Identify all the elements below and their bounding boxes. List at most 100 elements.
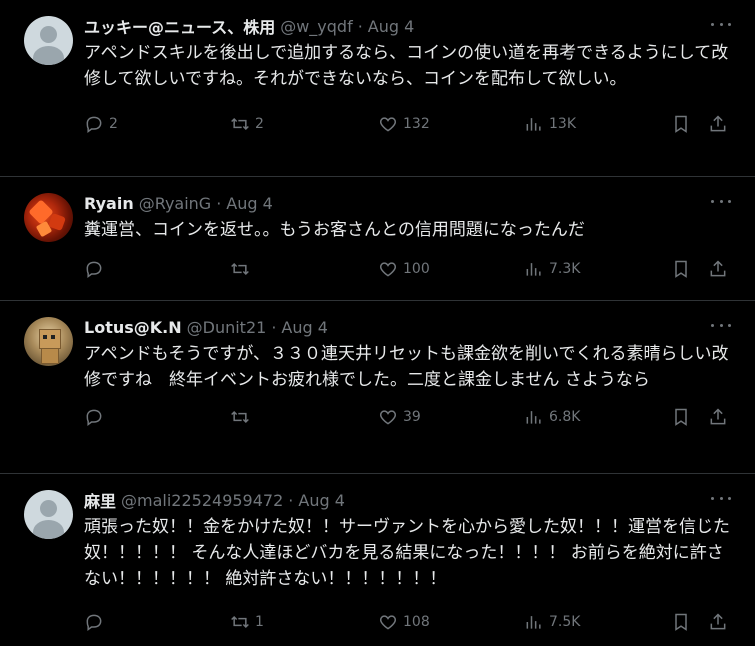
tweet-text: 糞運営、コインを返せ。。もうお客さんとの信用問題になったんだ xyxy=(84,220,585,240)
separator-dot: · xyxy=(357,16,363,36)
share-icon xyxy=(710,260,726,277)
user-handle[interactable]: @mali22524959472 xyxy=(121,491,283,510)
like-icon xyxy=(379,615,397,630)
reply-icon xyxy=(86,409,102,426)
views-icon xyxy=(526,263,541,276)
views-button[interactable]: 7.3K xyxy=(524,259,580,279)
reply-icon xyxy=(86,614,102,631)
like-button[interactable]: 132 xyxy=(378,114,430,134)
retweet-icon xyxy=(231,615,249,629)
share-icon xyxy=(710,115,726,132)
more-icon[interactable] xyxy=(711,492,731,504)
view-count: 13K xyxy=(549,116,576,132)
bookmark-button[interactable] xyxy=(671,612,691,632)
display-name[interactable]: Ryain xyxy=(84,194,134,213)
timeline-feed: ユッキー@ニュース、株用 @w_yqdf · Aug 4 アペンドスキルを後出し… xyxy=(0,0,755,645)
tweet-header: ユッキー@ニュース、株用 @w_yqdf · Aug 4 xyxy=(84,14,739,38)
retweet-button[interactable]: 1 xyxy=(230,612,264,632)
user-handle[interactable]: @w_yqdf xyxy=(280,17,353,36)
retweet-icon xyxy=(231,410,249,424)
like-icon xyxy=(379,410,397,425)
retweet-count: 2 xyxy=(255,116,264,132)
tweet-text: アペンドスキルを後出しで追加するなら、コインの使い道を再考できるようにして改修し… xyxy=(84,43,729,89)
bookmark-icon xyxy=(675,260,687,278)
reply-count: 2 xyxy=(109,116,118,132)
like-button[interactable]: 100 xyxy=(378,259,430,279)
tweet[interactable]: Ryain @RyainG · Aug 4 糞運営、コインを返せ。。もうお客さん… xyxy=(0,177,755,301)
like-count: 108 xyxy=(403,614,430,630)
share-button[interactable] xyxy=(708,114,728,134)
separator-dot: · xyxy=(288,490,294,510)
tweet-actions: 39 6.8K xyxy=(84,393,739,441)
like-count: 100 xyxy=(403,261,430,277)
user-handle[interactable]: @RyainG xyxy=(139,194,212,213)
tweet-actions: 1 108 7.5K xyxy=(84,598,739,646)
tweet[interactable]: ユッキー@ニュース、株用 @w_yqdf · Aug 4 アペンドスキルを後出し… xyxy=(0,0,755,177)
bookmark-button[interactable] xyxy=(671,407,691,427)
user-handle[interactable]: @Dunit21 xyxy=(187,318,267,337)
views-icon xyxy=(526,118,541,131)
display-name[interactable]: 麻里 xyxy=(84,488,116,512)
separator-dot: · xyxy=(216,193,222,213)
view-count: 7.3K xyxy=(549,261,581,277)
reply-button[interactable] xyxy=(84,259,109,279)
bookmark-button[interactable] xyxy=(671,114,691,134)
tweet-actions: 100 7.3K xyxy=(84,245,739,293)
separator-dot: · xyxy=(271,317,277,337)
bookmark-icon xyxy=(675,115,687,133)
share-button[interactable] xyxy=(708,407,728,427)
retweet-button[interactable] xyxy=(230,259,255,279)
default-avatar[interactable] xyxy=(24,16,73,65)
danbo-avatar[interactable] xyxy=(24,317,73,366)
retweet-icon xyxy=(231,117,249,131)
retweet-button[interactable] xyxy=(230,407,255,427)
bookmark-icon xyxy=(675,613,687,631)
more-icon[interactable] xyxy=(711,18,731,30)
share-icon xyxy=(710,408,726,425)
views-icon xyxy=(526,616,541,629)
view-count: 6.8K xyxy=(549,409,581,425)
maple-avatar[interactable] xyxy=(24,193,73,242)
tweet-date[interactable]: Aug 4 xyxy=(226,194,273,213)
like-button[interactable]: 108 xyxy=(378,612,430,632)
reply-button[interactable] xyxy=(84,612,109,632)
bookmark-icon xyxy=(675,408,687,426)
like-icon xyxy=(379,262,397,277)
like-button[interactable]: 39 xyxy=(378,407,421,427)
view-count: 7.5K xyxy=(549,614,581,630)
retweet-button[interactable]: 2 xyxy=(230,114,264,134)
retweet-count: 1 xyxy=(255,614,264,630)
reply-button[interactable] xyxy=(84,407,109,427)
tweet-text: アペンドもそうですが、３３０連天井リセットも課金欲を削いでくれる素晴らしい改修で… xyxy=(84,344,729,390)
display-name[interactable]: Lotus@K.N xyxy=(84,318,182,337)
share-button[interactable] xyxy=(708,259,728,279)
more-icon[interactable] xyxy=(711,319,731,331)
tweet-header: Lotus@K.N @Dunit21 · Aug 4 xyxy=(84,315,739,339)
reply-icon xyxy=(86,116,102,133)
like-count: 39 xyxy=(403,409,421,425)
tweet[interactable]: Lotus@K.N @Dunit21 · Aug 4 アペンドもそうですが、３３… xyxy=(0,301,755,474)
share-button[interactable] xyxy=(708,612,728,632)
share-icon xyxy=(710,613,726,630)
like-count: 132 xyxy=(403,116,430,132)
views-button[interactable]: 7.5K xyxy=(524,612,580,632)
reply-button[interactable]: 2 xyxy=(84,114,118,134)
views-button[interactable]: 13K xyxy=(524,114,576,134)
tweet-date[interactable]: Aug 4 xyxy=(281,318,328,337)
tweet-date[interactable]: Aug 4 xyxy=(298,491,345,510)
reply-icon xyxy=(86,261,102,278)
tweet[interactable]: 麻里 @mali22524959472 · Aug 4 頑張った奴！！金をかけた… xyxy=(0,474,755,645)
views-button[interactable]: 6.8K xyxy=(524,407,580,427)
tweet-header: 麻里 @mali22524959472 · Aug 4 xyxy=(84,488,739,512)
more-icon[interactable] xyxy=(711,195,731,207)
like-icon xyxy=(379,117,397,132)
bookmark-button[interactable] xyxy=(671,259,691,279)
tweet-text: 頑張った奴！！金をかけた奴！！サーヴァントを心から愛した奴！！！運営を信じた奴！… xyxy=(84,517,730,589)
tweet-actions: 2 2 132 13K xyxy=(84,100,739,148)
retweet-icon xyxy=(231,262,249,276)
views-icon xyxy=(526,411,541,424)
tweet-date[interactable]: Aug 4 xyxy=(368,17,415,36)
default-avatar[interactable] xyxy=(24,490,73,539)
display-name[interactable]: ユッキー@ニュース、株用 xyxy=(84,14,275,38)
tweet-header: Ryain @RyainG · Aug 4 xyxy=(84,191,739,215)
